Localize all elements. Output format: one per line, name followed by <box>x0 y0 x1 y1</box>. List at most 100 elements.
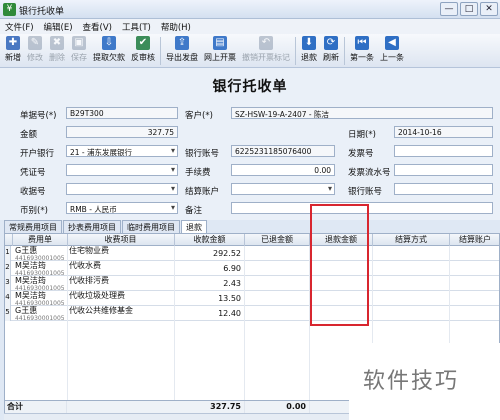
tab-regular-fees[interactable]: 常规费用项目 <box>4 220 62 233</box>
table-row[interactable]: 3 M吴洁筠 4416930001005 代收排污费 2.43 <box>5 276 499 291</box>
settle-method-cell[interactable] <box>373 291 450 306</box>
amount-cell[interactable]: 6.90 <box>175 261 245 276</box>
title-bar: ¥ 银行托收单 — □ ✕ <box>0 0 500 19</box>
col-settle-method-header[interactable]: 结算方式 <box>373 234 450 246</box>
settle-account-cell[interactable] <box>450 306 499 321</box>
invoice-no-field[interactable] <box>394 145 493 157</box>
amount-field[interactable]: 327.75 <box>66 126 178 138</box>
table-row[interactable]: 5 G王惠 4416930001005 代收公共维修基金 12.40 <box>5 306 499 321</box>
edit-button[interactable]: ✎ 修改 <box>24 34 46 67</box>
amount-cell[interactable]: 13.50 <box>175 291 245 306</box>
delete-button[interactable]: ✖ 删除 <box>46 34 68 67</box>
first-button[interactable]: ⏮ 第一条 <box>347 34 377 67</box>
extract-button[interactable]: ⇩ 提取欠款 <box>90 34 128 67</box>
refunded-cell[interactable] <box>245 291 310 306</box>
bill-cell[interactable]: M吴洁筠 4416930001005 <box>13 291 68 306</box>
receipt-select[interactable] <box>66 183 178 195</box>
date-field[interactable]: 2014-10-16 <box>394 126 493 138</box>
export-button[interactable]: ⇪ 导出发盘 <box>163 34 201 67</box>
col-settle-account-header[interactable]: 结算账户 <box>450 234 499 246</box>
amount-cell[interactable]: 2.43 <box>175 276 245 291</box>
bank-label: 开户银行 <box>20 149 55 159</box>
col-refunded-header[interactable]: 已退金额 <box>245 234 310 246</box>
table-row[interactable]: 1 G王惠 4416930001005 住宅物业费 292.52 <box>5 246 499 261</box>
voucher-select[interactable] <box>66 164 178 176</box>
settle-account-label: 结算账户 <box>185 187 220 197</box>
horizontal-scrollbar[interactable] <box>4 413 350 420</box>
account-field[interactable]: 6225231185076400 <box>231 145 335 157</box>
customer-field[interactable]: SZ-HSW-19-A-2407 - 陈洁 <box>231 107 493 119</box>
menu-help[interactable]: 帮助(H) <box>156 19 196 34</box>
amount-cell-text: 12.40 <box>218 309 241 318</box>
refunded-cell[interactable] <box>245 261 310 276</box>
refresh-icon: ⟳ <box>324 36 338 50</box>
fee-item-cell-text: 代收公共维修基金 <box>69 306 133 315</box>
save-button[interactable]: ▣ 保存 <box>68 34 90 67</box>
table-row[interactable]: 2 M吴洁筠 4416930001005 代收水费 6.90 <box>5 261 499 276</box>
watermark-text: 软件技巧 <box>363 369 460 394</box>
refunded-cell[interactable] <box>245 306 310 321</box>
menu-view[interactable]: 查看(V) <box>78 19 117 34</box>
settle-method-cell[interactable] <box>373 261 450 276</box>
settle-method-cell[interactable] <box>373 276 450 291</box>
undo-icon: ↶ <box>259 36 273 50</box>
undo-button[interactable]: ↶ 撤销开票标记 <box>239 34 293 67</box>
tab-temp-fees[interactable]: 临时费用项目 <box>122 220 180 233</box>
bank-select[interactable]: 21 - 浦东发展银行 <box>66 145 178 157</box>
settle-account-cell[interactable] <box>450 261 499 276</box>
unaudit-button[interactable]: ✔ 反审核 <box>128 34 158 67</box>
row-number: 2 <box>5 261 11 276</box>
bill-cell-text: M吴洁筠 <box>15 276 46 285</box>
invoice-seq-field[interactable] <box>394 164 493 176</box>
tab-meter-fees[interactable]: 抄表费用项目 <box>63 220 121 233</box>
fee-item-cell[interactable]: 代收排污费 <box>67 276 175 291</box>
fee-field[interactable]: 0.00 <box>231 164 335 176</box>
doc-no-field[interactable]: B29T300 <box>66 107 178 119</box>
maximize-button[interactable]: □ <box>460 2 478 16</box>
col-item-header[interactable]: 收费项目 <box>67 234 175 246</box>
menu-edit[interactable]: 编辑(E) <box>39 19 78 34</box>
toolbar-label: 上一条 <box>380 53 404 62</box>
settle-account-cell[interactable] <box>450 246 499 261</box>
currency-select[interactable]: RMB - 人民币 <box>66 202 178 214</box>
customer-label: 客户(*) <box>185 111 213 121</box>
refunded-cell[interactable] <box>245 276 310 291</box>
bill-cell[interactable]: M吴洁筠 4416930001005 <box>13 276 68 291</box>
bill-cell[interactable]: M吴洁筠 4416930001005 <box>13 261 68 276</box>
amount-label: 金额 <box>20 130 38 140</box>
refunded-cell[interactable] <box>245 246 310 261</box>
settle-method-cell[interactable] <box>373 306 450 321</box>
settle-account-cell[interactable] <box>450 276 499 291</box>
menu-tools[interactable]: 工具(T) <box>117 19 156 34</box>
bill-cell[interactable]: G王惠 4416930001005 <box>13 246 68 261</box>
minimize-button[interactable]: — <box>440 2 458 16</box>
fee-item-cell[interactable]: 代收公共维修基金 <box>67 306 175 321</box>
col-bill-header[interactable]: 费用单 <box>13 234 68 246</box>
new-button[interactable]: ✚ 新增 <box>2 34 24 67</box>
col-amount-header[interactable]: 收款金额 <box>175 234 245 246</box>
refund-button[interactable]: ⬇ 退款 <box>298 34 320 67</box>
settle-account-select[interactable] <box>231 183 335 195</box>
table-row[interactable]: 4 M吴洁筠 4416930001005 代收垃圾处理费 13.50 <box>5 291 499 306</box>
fee-item-cell-text: 代收垃圾处理费 <box>69 291 125 300</box>
fee-item-cell-text: 代收水费 <box>69 261 101 270</box>
prev-button[interactable]: ◀ 上一条 <box>377 34 407 67</box>
fee-item-cell[interactable]: 代收垃圾处理费 <box>67 291 175 306</box>
fee-label: 手续费 <box>185 168 211 178</box>
amount-cell[interactable]: 12.40 <box>175 306 245 321</box>
refresh-button[interactable]: ⟳ 刷新 <box>320 34 342 67</box>
bank-acct2-field[interactable] <box>394 183 493 195</box>
bill-cell[interactable]: G王惠 4416930001005 <box>13 306 68 321</box>
fee-item-cell[interactable]: 住宅物业费 <box>67 246 175 261</box>
amount-cell[interactable]: 292.52 <box>175 246 245 261</box>
amount-cell-text: 2.43 <box>223 279 241 288</box>
invoice-button[interactable]: ▤ 网上开票 <box>201 34 239 67</box>
fee-tabs: 常规费用项目 抄表费用项目 临时费用项目 退款 <box>4 220 208 233</box>
settle-method-cell[interactable] <box>373 246 450 261</box>
tab-refund[interactable]: 退款 <box>181 220 207 233</box>
settle-account-cell[interactable] <box>450 291 499 306</box>
save-icon: ▣ <box>72 36 86 50</box>
fee-item-cell[interactable]: 代收水费 <box>67 261 175 276</box>
close-button[interactable]: ✕ <box>480 2 498 16</box>
menu-file[interactable]: 文件(F) <box>0 19 39 34</box>
